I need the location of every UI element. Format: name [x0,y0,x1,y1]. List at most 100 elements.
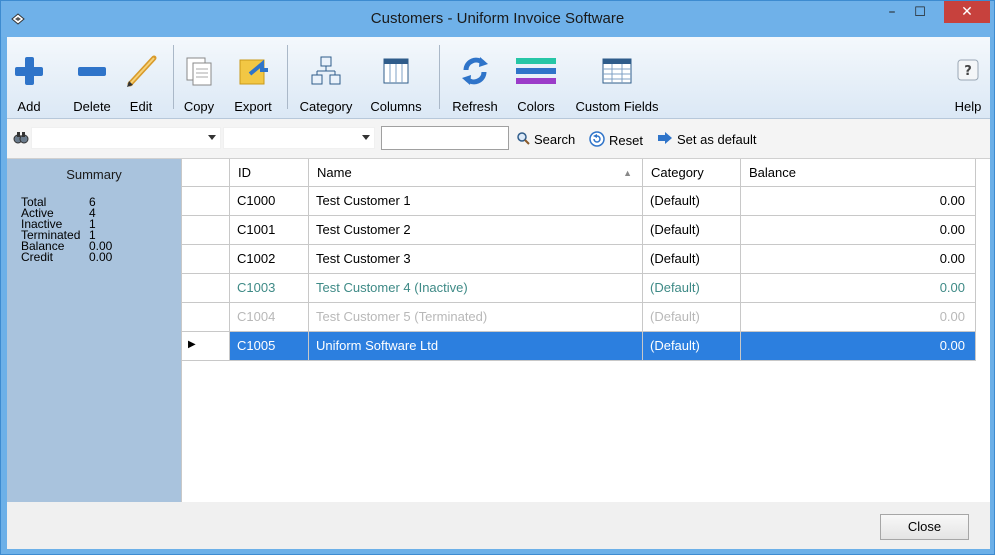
refresh-label: Refresh [452,99,498,114]
content-area: Summary Total 6 Active 4 Inactive 1 Termina… [7,159,990,502]
columns-label: Columns [370,99,422,114]
cell-id: C1004 [230,303,309,331]
summary-value: 0.00 [89,250,113,264]
cell-id: C1005 [230,332,309,360]
row-selector[interactable] [182,274,230,302]
cell-id: C1003 [230,274,309,302]
help-label: Help [954,99,982,114]
cell-category: (Default) [643,303,741,331]
field-select[interactable] [31,127,221,149]
set-as-default-button[interactable]: Set as default [657,131,757,148]
cell-name: Uniform Software Ltd [309,332,643,360]
column-header-category[interactable]: Category [643,159,741,187]
cell-name: Test Customer 2 [309,216,643,244]
toolbar: Add Delete Edit Copy Export Category Col… [7,37,990,119]
cell-balance: 0.00 [741,332,976,360]
category-label: Category [299,99,353,114]
add-button[interactable]: Add [9,41,49,115]
row-selector[interactable] [182,216,230,244]
summary-title: Summary [66,167,122,182]
cell-name: Test Customer 3 [309,245,643,273]
category-icon [306,49,346,93]
row-selector[interactable] [182,303,230,331]
table-row[interactable]: C1002 Test Customer 3 (Default) 0.00 [182,245,976,274]
reset-label: Reset [609,133,643,148]
row-selector[interactable] [182,187,230,215]
cell-balance: 0.00 [741,216,976,244]
copy-button[interactable]: Copy [179,41,219,115]
column-header-name[interactable]: Name ▲ [309,159,643,187]
table-row[interactable]: C1003 Test Customer 4 (Inactive) (Defaul… [182,274,976,303]
column-header-name-label: Name [317,165,352,180]
app-window: Customers - Uniform Invoice Software – ☐… [0,0,995,555]
columns-icon [376,49,416,93]
table-row-selected[interactable]: ▶ C1005 Uniform Software Ltd (Default) 0… [182,332,976,361]
refresh-icon [455,49,495,93]
search-icon [516,131,530,148]
refresh-button[interactable]: Refresh [447,41,503,115]
delete-button[interactable]: Delete [67,41,117,115]
customers-grid[interactable]: ID Name ▲ Category Balance C1000 Test Cu… [181,159,976,502]
colors-button[interactable]: Colors [510,41,562,115]
operator-select[interactable] [223,127,375,149]
custom-fields-label: Custom Fields [575,99,659,114]
close-button[interactable]: Close [880,514,969,540]
cell-category: (Default) [643,274,741,302]
cell-balance: 0.00 [741,303,976,331]
row-selector[interactable] [182,245,230,273]
summary-panel: Summary Total 6 Active 4 Inactive 1 Termina… [7,159,181,502]
minimize-button[interactable]: – [879,1,905,23]
close-window-button[interactable]: ✕ [944,1,990,23]
chevron-down-icon [208,135,216,140]
cell-name: Test Customer 4 (Inactive) [309,274,643,302]
cell-balance: 0.00 [741,187,976,215]
table-row[interactable]: C1001 Test Customer 2 (Default) 0.00 [182,216,976,245]
cell-name: Test Customer 5 (Terminated) [309,303,643,331]
table-row[interactable]: C1004 Test Customer 5 (Terminated) (Defa… [182,303,976,332]
cell-category: (Default) [643,216,741,244]
cell-id: C1001 [230,216,309,244]
column-header-balance[interactable]: Balance [741,159,976,187]
maximize-button[interactable]: ☐ [907,1,933,23]
reset-button[interactable]: Reset [589,131,643,150]
summary-label: Credit [21,250,54,264]
toolbar-separator [287,45,288,109]
column-header-id[interactable]: ID [230,159,309,187]
copy-label: Copy [183,99,215,114]
category-button[interactable]: Category [295,41,357,115]
edit-button[interactable]: Edit [121,41,161,115]
close-icon: ✕ [961,4,973,20]
svg-text:?: ? [964,64,972,79]
cell-balance: 0.00 [741,274,976,302]
minimize-icon: – [888,4,896,20]
columns-button[interactable]: Columns [365,41,427,115]
summary-row-credit: Credit 0.00 [21,250,113,264]
delete-icon [72,49,112,93]
maximize-icon: ☐ [914,4,926,20]
edit-label: Edit [129,99,153,114]
colors-label: Colors [517,99,555,114]
sort-ascending-icon: ▲ [623,168,632,178]
custom-fields-button[interactable]: Custom Fields [568,41,666,115]
help-button[interactable]: ? Help [948,41,988,115]
copy-icon [179,49,219,93]
export-button[interactable]: Export [229,41,277,115]
cell-id: C1002 [230,245,309,273]
window-title: Customers - Uniform Invoice Software [370,10,625,27]
cell-id: C1000 [230,187,309,215]
add-icon [9,49,49,93]
chevron-down-icon [362,135,370,140]
arrow-right-icon [657,131,673,148]
title-bar[interactable]: Customers - Uniform Invoice Software – ☐… [1,1,994,37]
export-label: Export [234,99,272,114]
current-row-indicator-icon[interactable]: ▶ [182,332,230,360]
cell-balance: 0.00 [741,245,976,273]
search-button[interactable]: Search [516,131,575,148]
cell-name: Test Customer 1 [309,187,643,215]
search-input[interactable] [381,126,509,150]
edit-icon [121,49,161,93]
search-label: Search [534,132,576,147]
grid-header: ID Name ▲ Category Balance [182,159,976,187]
reset-icon [589,131,605,150]
table-row[interactable]: C1000 Test Customer 1 (Default) 0.00 [182,187,976,216]
